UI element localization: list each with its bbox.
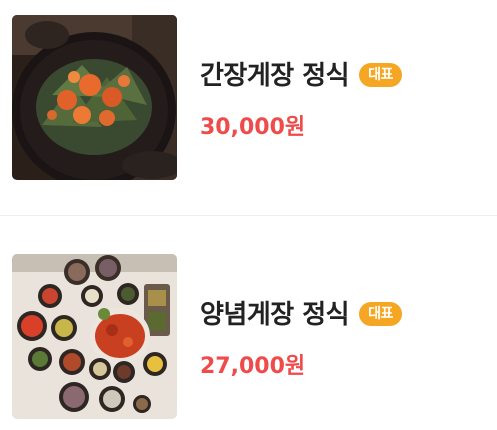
menu-item-price: 27,000원 <box>200 354 306 379</box>
menu-item-soy-crab[interactable]: 간장게장 정식 대표 30,000원 <box>0 0 497 215</box>
menu-item-title: 양념게장 정식 대표 <box>200 294 402 331</box>
soy-crab-photo <box>12 15 177 180</box>
menu-item-price: 30,000원 <box>200 115 306 140</box>
menu-item-title: 간장게장 정식 대표 <box>200 55 402 92</box>
menu-item-spicy-crab[interactable]: 양념게장 정식 대표 27,000원 <box>0 216 497 430</box>
menu-item-name: 간장게장 정식 <box>200 61 350 91</box>
menu-item-name: 양념게장 정식 <box>200 300 350 330</box>
signature-badge: 대표 <box>359 301 402 326</box>
signature-badge: 대표 <box>359 62 402 87</box>
spicy-crab-set-photo <box>12 254 177 419</box>
menu-list: 간장게장 정식 대표 30,000원 양념게장 정식 대표 27,000원 <box>0 0 497 430</box>
